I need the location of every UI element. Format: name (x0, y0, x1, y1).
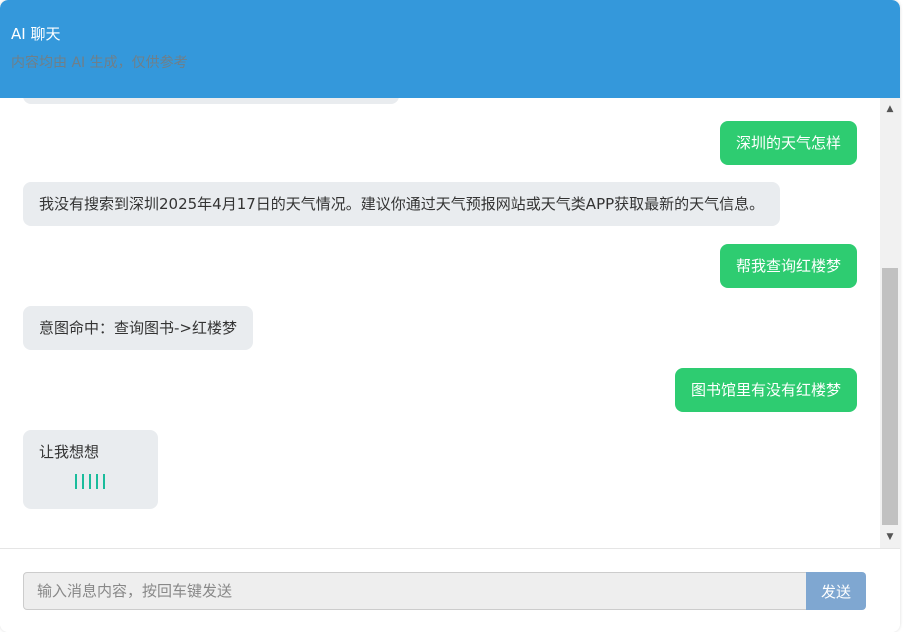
header-title: AI 聊天 (11, 25, 61, 43)
scroll-down-arrow-icon[interactable]: ▼ (880, 528, 900, 546)
header-subtitle: 内容均由 AI 生成，仅供参考 (11, 55, 188, 71)
bot-message-bubble: 让我想想 (23, 430, 158, 509)
bot-message-bubble: 我没有搜索到深圳2025年4月17日的天气情况。建议你通过天气预报网站或天气类A… (23, 182, 781, 226)
message-text: 帮我查询红楼梦 (735, 257, 841, 275)
chat-scrollbar[interactable]: ▲ ▼ (880, 98, 900, 548)
message-list[interactable]: 深圳的天气怎样 我没有搜索到深圳2025年4月17日的天气情况。建议你通过天气预… (0, 98, 880, 548)
typing-indicator (75, 474, 105, 490)
message-text: 让我想想 (39, 443, 100, 461)
message-input[interactable] (23, 572, 807, 610)
message-text: 意图命中：查询图书->红楼梦 (39, 319, 237, 337)
typing-bar (75, 474, 77, 489)
chat-header: AI 聊天 内容均由 AI 生成，仅供参考 (0, 0, 900, 98)
user-message-bubble: 深圳的天气怎样 (719, 121, 857, 165)
bot-message-bubble-partial (23, 98, 399, 104)
send-button[interactable]: 发送 (806, 572, 866, 610)
scrollbar-thumb[interactable] (882, 268, 898, 525)
message-text: 深圳的天气怎样 (735, 134, 841, 152)
user-message-bubble: 图书馆里有没有红楼梦 (674, 368, 857, 412)
composer: 发送 (0, 548, 900, 632)
typing-bar (96, 474, 98, 489)
bot-message-bubble: 意图命中：查询图书->红楼梦 (23, 306, 253, 350)
typing-bar (89, 474, 91, 489)
user-message-bubble: 帮我查询红楼梦 (719, 244, 857, 288)
typing-bar (82, 474, 84, 489)
message-text: 我没有搜索到深圳2025年4月17日的天气情况。建议你通过天气预报网站或天气类A… (39, 195, 765, 213)
scroll-up-arrow-icon[interactable]: ▲ (880, 100, 900, 118)
typing-bar (103, 474, 105, 489)
chat-window: AI 聊天 内容均由 AI 生成，仅供参考 深圳的天气怎样 我没有搜索到深圳20… (0, 0, 900, 632)
message-text: 图书馆里有没有红楼梦 (690, 381, 841, 399)
